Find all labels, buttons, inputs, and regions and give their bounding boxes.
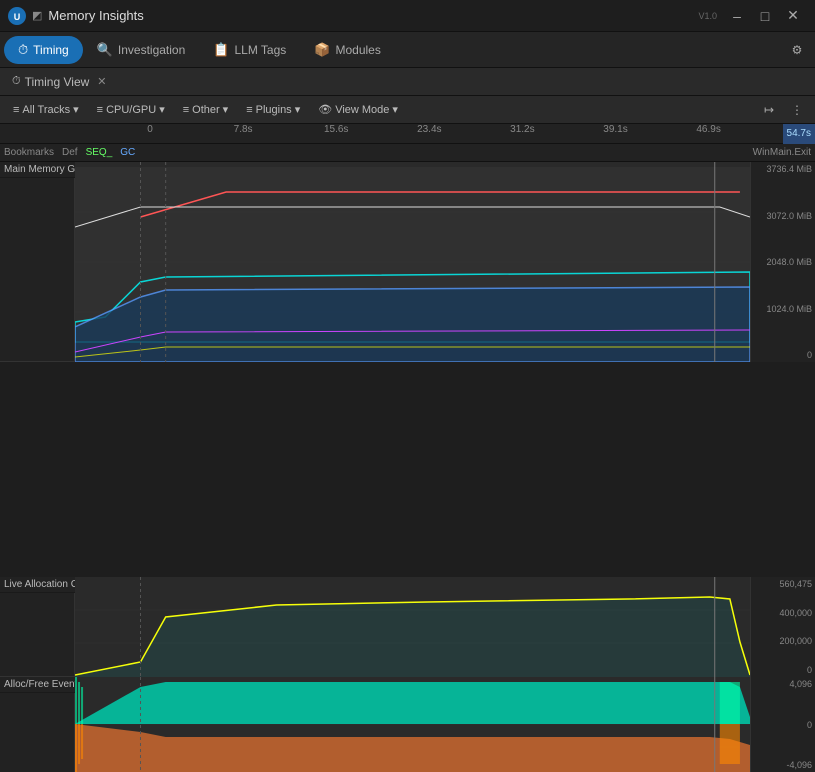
alloc-label-col: Live Allocation Count [0, 577, 75, 676]
nav-bar: ⏱ Timing 🔍 Investigation 📋 LLM Tags 📦 Mo… [0, 32, 815, 68]
investigation-icon: 🔍 [97, 42, 113, 58]
alloc-free-title: Alloc/Free Event Count [0, 677, 75, 693]
timing-icon: ⏱ [18, 42, 28, 58]
ruler-2: 15.6s [324, 124, 348, 135]
other-icon: ≡ [183, 104, 189, 116]
modules-icon: 📦 [314, 42, 330, 58]
minimize-button[interactable]: – [723, 2, 751, 30]
pin-button[interactable]: ↦ [757, 98, 781, 122]
ruler-3: 23.4s [417, 124, 441, 135]
alloc-free-val-2: -4,096 [754, 760, 812, 770]
sub-tab-timing-view[interactable]: ⏱ Timing View ✕ [4, 72, 115, 92]
alloc-free-val-1: 0 [754, 720, 812, 730]
nav-tab-modules[interactable]: 📦 Modules [300, 36, 395, 64]
ruler-5: 39.1s [603, 124, 627, 135]
bookmark-seq[interactable]: SEQ_ [82, 147, 117, 158]
bookmark-bar: Bookmarks Def SEQ_ GC WinMain.Exit [0, 144, 815, 162]
alloc-val-0: 560,475 [754, 579, 812, 589]
memory-val-4: 0 [754, 350, 812, 360]
bookmark-gc[interactable]: GC [116, 147, 139, 158]
ruler-4: 31.2s [510, 124, 534, 135]
alloc-val-3: 0 [754, 665, 812, 675]
alloc-free-chart[interactable] [75, 677, 750, 772]
memory-val-2: 2048.0 MiB [754, 257, 812, 267]
sub-tab-icon: ⏱ [12, 75, 21, 88]
ruler-1: 7.8s [234, 124, 253, 135]
cpu-gpu-chevron: ▾ [159, 103, 165, 116]
version-label: V1.0 [698, 11, 717, 21]
alloc-val-2: 200,000 [754, 636, 812, 646]
bookmark-label: Bookmarks [0, 147, 58, 158]
memory-chart[interactable] [75, 162, 750, 362]
all-tracks-button[interactable]: ≡ All Tracks ▾ [6, 101, 86, 118]
alloc-free-section: Alloc/Free Event Count 4,096 0 -4,096 [0, 677, 815, 772]
toolbar: ≡ All Tracks ▾ ≡ CPU/GPU ▾ ≡ Other ▾ ≡ P… [0, 96, 815, 124]
bookmark-def[interactable]: Def [58, 147, 82, 158]
memory-graph-title: Main Memory Graph [0, 162, 75, 178]
timeline-ruler: 0 7.8s 15.6s 23.4s 31.2s 39.1s 46.9s 54.… [0, 124, 815, 144]
view-mode-icon: 👁 [318, 103, 332, 116]
exit-marker: WinMain.Exit [749, 147, 815, 158]
all-tracks-icon: ≡ [13, 104, 19, 116]
ruler-highlight: 54.7s [783, 124, 815, 144]
pin-icon: ↦ [764, 103, 774, 117]
all-tracks-chevron: ▾ [73, 103, 79, 116]
plugins-icon: ≡ [246, 104, 252, 116]
alloc-count-chart[interactable] [75, 577, 750, 677]
chart-area: Main Memory Graph [0, 162, 815, 577]
ruler-6: 46.9s [696, 124, 720, 135]
more-icon: ⋮ [791, 103, 803, 117]
sub-tab-close[interactable]: ✕ [97, 75, 106, 88]
more-button[interactable]: ⋮ [785, 98, 809, 122]
memory-section: Main Memory Graph [0, 162, 815, 362]
app-icon: U [8, 7, 26, 25]
window-title-icon: ◩ [32, 9, 42, 22]
alloc-free-values: 4,096 0 -4,096 [750, 677, 815, 772]
alloc-count-title: Live Allocation Count [0, 577, 75, 593]
alloc-count-values: 560,475 400,000 200,000 0 [750, 577, 815, 677]
nav-tab-llm-tags[interactable]: 📋 LLM Tags [199, 36, 300, 64]
nav-tab-investigation[interactable]: 🔍 Investigation [83, 36, 200, 64]
sub-tab-bar: ⏱ Timing View ✕ [0, 68, 815, 96]
cpu-gpu-button[interactable]: ≡ CPU/GPU ▾ [90, 101, 172, 118]
ruler-0: 0 [147, 124, 153, 135]
plugins-chevron: ▾ [295, 103, 301, 116]
svg-text:U: U [14, 12, 21, 22]
memory-svg [75, 162, 750, 362]
memory-val-3: 1024.0 MiB [754, 304, 812, 314]
memory-values: 3736.4 MiB 3072.0 MiB 2048.0 MiB 1024.0 … [750, 162, 815, 362]
alloc-count-svg [75, 577, 750, 677]
memory-val-1: 3072.0 MiB [754, 211, 812, 221]
other-button[interactable]: ≡ Other ▾ [176, 101, 235, 118]
alloc-count-section: Live Allocation Count 560,475 400,000 20… [0, 577, 815, 677]
close-button[interactable]: ✕ [779, 2, 807, 30]
alloc-free-val-0: 4,096 [754, 679, 812, 689]
title-bar: U ◩ Memory Insights V1.0 – □ ✕ [0, 0, 815, 32]
maximize-button[interactable]: □ [751, 2, 779, 30]
memory-val-0: 3736.4 MiB [754, 164, 812, 174]
view-mode-button[interactable]: 👁 View Mode ▾ [311, 101, 405, 118]
settings-button[interactable]: ⚙ [783, 36, 811, 64]
alloc-val-1: 400,000 [754, 608, 812, 618]
nav-tab-timing[interactable]: ⏱ Timing [4, 36, 83, 64]
other-chevron: ▾ [223, 103, 229, 116]
view-mode-chevron: ▾ [392, 103, 398, 116]
window-title: Memory Insights [48, 8, 698, 23]
cpu-gpu-icon: ≡ [97, 104, 103, 116]
memory-label-col: Main Memory Graph [0, 162, 75, 361]
plugins-button[interactable]: ≡ Plugins ▾ [239, 101, 307, 118]
alloc-free-svg [75, 677, 750, 772]
llm-tags-icon: 📋 [213, 42, 229, 58]
alloc-free-label-col: Alloc/Free Event Count [0, 677, 75, 772]
